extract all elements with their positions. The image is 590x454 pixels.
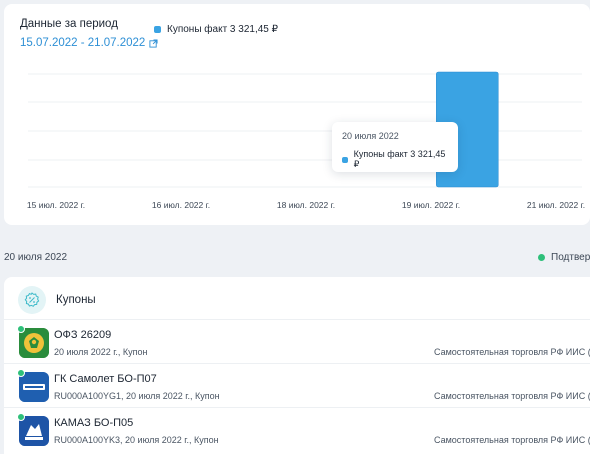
item-sub: 20 июля 2022 г., Купон	[54, 347, 148, 357]
item-name: ОФЗ 26209	[54, 329, 112, 341]
item-account: Самостоятельная торговля РФ ИИС (Счет	[434, 435, 590, 445]
status-dot-icon	[17, 325, 25, 333]
coupons-list-card: Купоны ОФЗ 26209 20 июля 2022 г., Купон …	[4, 277, 590, 454]
bar-chart: 15 июл. 2022 г. 16 июл. 2022 г. 18 июл. 20…	[27, 71, 585, 210]
list-title: Купоны	[56, 294, 96, 306]
item-account: Самостоятельная торговля РФ ИИС (Счет	[434, 391, 590, 401]
ofz-emblem-icon	[19, 328, 49, 358]
x-tick-label: 16 июл. 2022 г.	[152, 200, 210, 210]
chart-tooltip: 20 июля 2022 Купоны факт 3 321,45 ₽	[332, 122, 458, 172]
tooltip-value: Купоны факт 3 321,45 ₽	[353, 149, 446, 169]
samolet-logo-icon	[19, 372, 49, 402]
list-item[interactable]: ГК Самолет БО-П07 RU000A100YG1, 20 июля …	[4, 363, 590, 407]
status-dot-icon	[538, 254, 545, 261]
item-sub: RU000A100YK3, 20 июля 2022 г., Купон	[54, 435, 219, 445]
kamaz-logo-icon	[19, 416, 49, 446]
item-name: КАМАЗ БО-П05	[54, 417, 134, 429]
tooltip-date: 20 июля 2022	[342, 131, 399, 141]
x-tick-label: 19 июл. 2022 г.	[402, 200, 460, 210]
status-dot-icon	[17, 369, 25, 377]
list-item[interactable]: КАМАЗ БО-П05 RU000A100YK3, 20 июля 2022 …	[4, 407, 590, 451]
list-header: Купоны	[18, 286, 96, 314]
list-item[interactable]: ОФЗ 26209 20 июля 2022 г., Купон Самосто…	[4, 319, 590, 363]
chart-card: Данные за период 15.07.2022 - 21.07.2022…	[4, 4, 590, 225]
day-date: 20 июля 2022	[4, 252, 68, 263]
item-sub: RU000A100YG1, 20 июля 2022 г., Купон	[54, 391, 220, 401]
x-tick-label: 21 июл. 2022 г.	[527, 200, 585, 210]
item-name: ГК Самолет БО-П07	[54, 373, 157, 385]
status-badge: Подтвержд	[538, 252, 590, 263]
item-account: Самостоятельная торговля РФ ИИС (Счет	[434, 347, 590, 357]
coupon-percent-icon	[18, 286, 46, 314]
x-tick-label: 18 июл. 2022 г.	[277, 200, 335, 210]
status-dot-icon	[17, 413, 25, 421]
status-label: Подтвержд	[551, 252, 590, 263]
x-tick-label: 15 июл. 2022 г.	[27, 200, 85, 210]
tooltip-dot	[342, 156, 348, 163]
